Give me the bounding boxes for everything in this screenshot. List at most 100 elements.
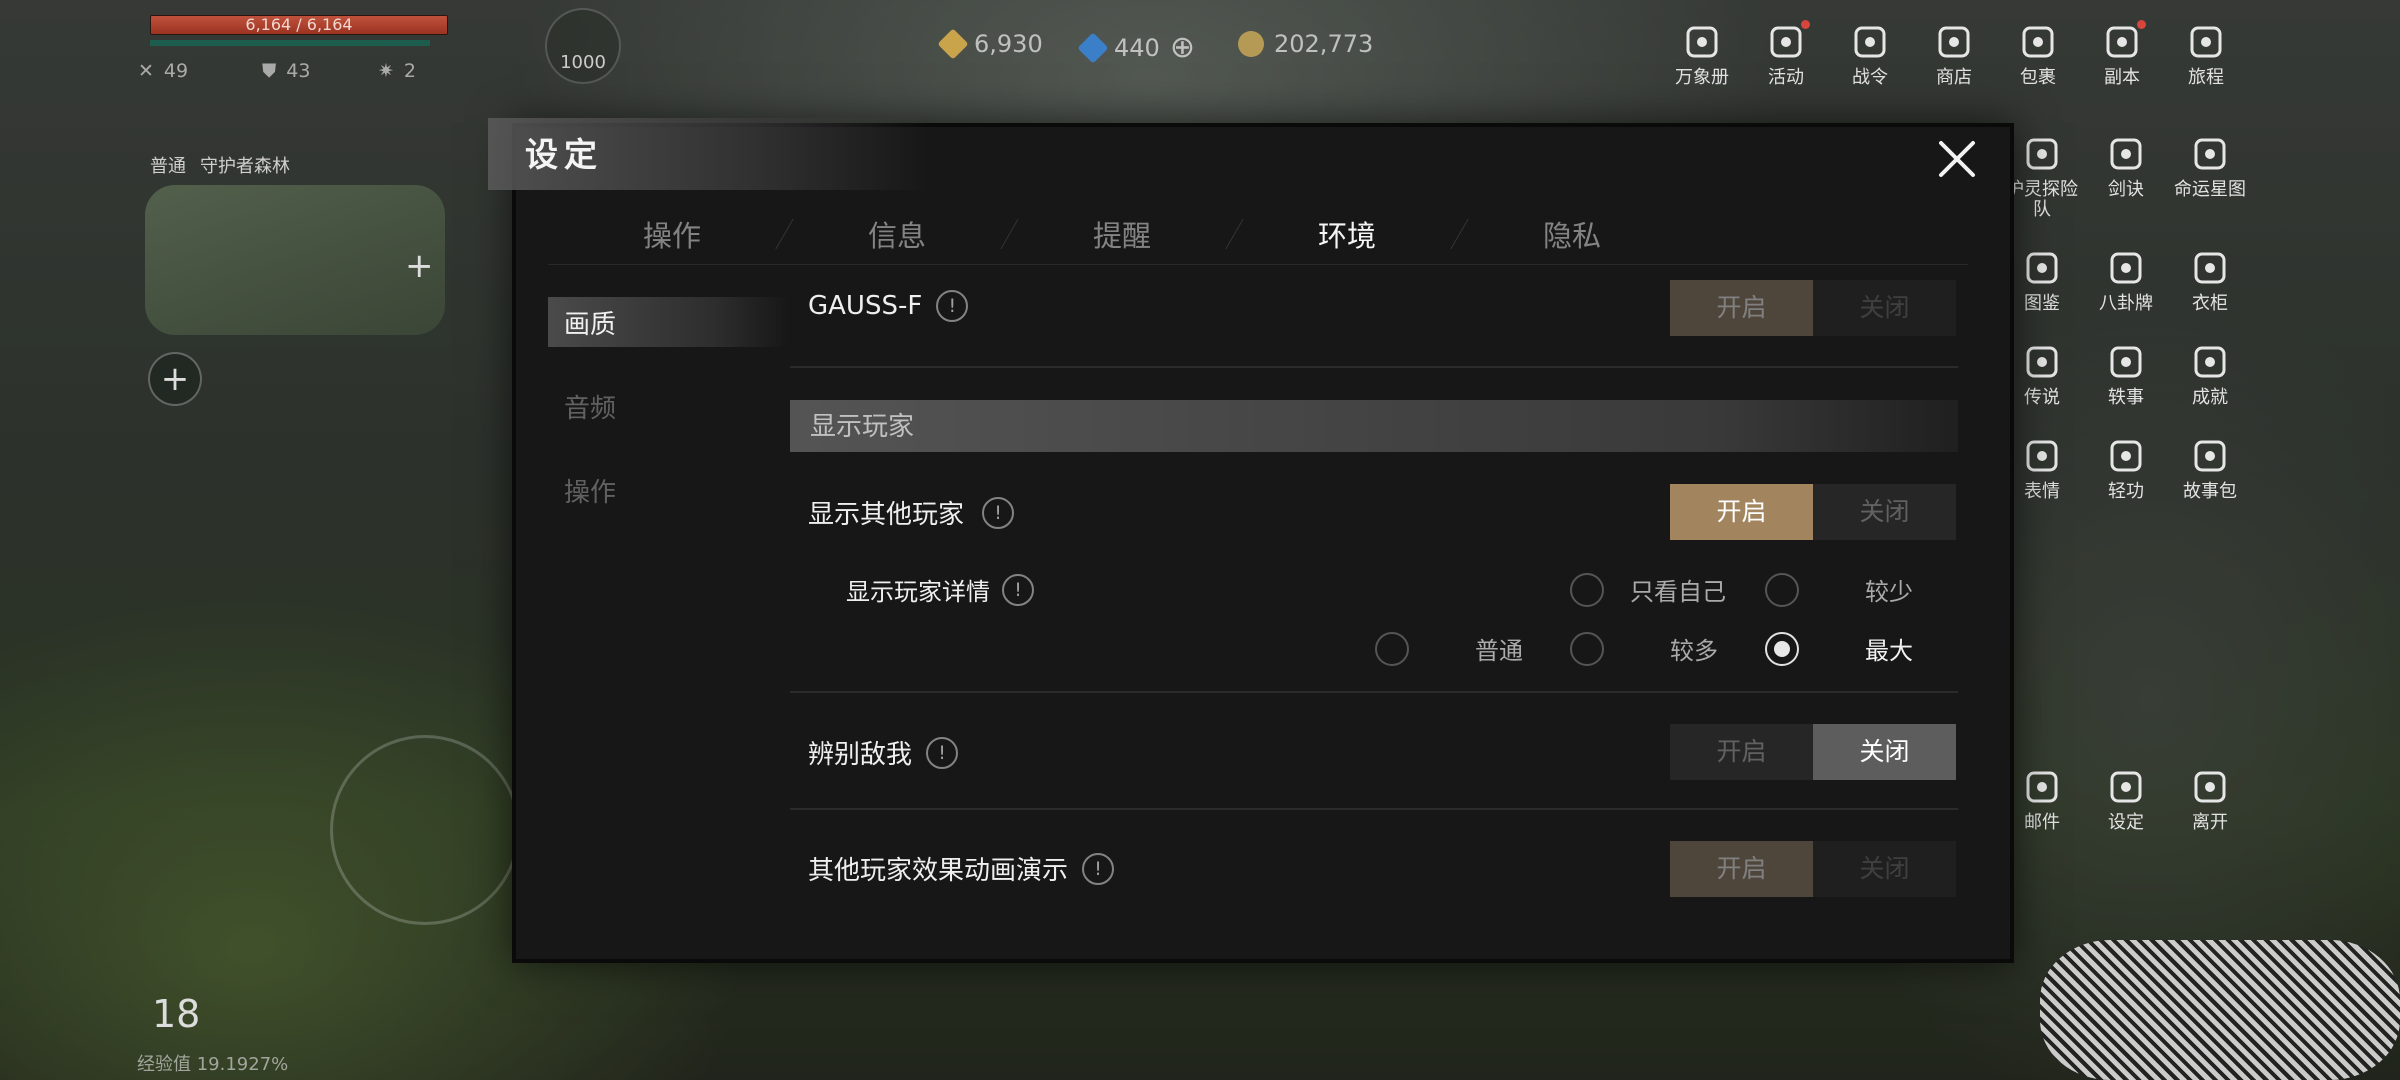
movement-joystick[interactable] <box>330 735 520 925</box>
enemy-id-on-option[interactable]: 开启 <box>1670 724 1813 780</box>
menu-item-mail[interactable]: 邮件 <box>2002 765 2082 833</box>
tab-3[interactable]: 环境 <box>1235 213 1459 255</box>
menu-item-lightness-skill[interactable]: 轻功 <box>2086 434 2166 502</box>
radio-max[interactable]: 最大 <box>1765 631 1913 666</box>
menu-item-bag[interactable]: 包裹 <box>1998 20 2078 88</box>
effects-toggle: 开启 关闭 <box>1670 841 1956 897</box>
tab-2[interactable]: 提醒 <box>1010 213 1234 255</box>
achievement-icon <box>2188 340 2232 384</box>
radio-label: 较多 <box>1670 637 1718 665</box>
spirit-stat: ✷ 2 <box>378 60 416 82</box>
effects-on-option[interactable]: 开启 <box>1670 841 1813 897</box>
radio-label: 只看自己 <box>1630 578 1726 606</box>
story-pack-icon <box>2188 434 2232 478</box>
info-icon[interactable]: ! <box>936 290 969 322</box>
info-icon[interactable]: ! <box>982 496 1015 529</box>
gold-diamond-icon <box>937 28 969 60</box>
side-nav-item-2[interactable]: 操作 <box>548 448 788 532</box>
currency-jade[interactable]: 440 ⊕ <box>1077 30 1195 65</box>
menu-item-emote[interactable]: 表情 <box>2002 434 2082 502</box>
menu-item-story-pack[interactable]: 故事包 <box>2170 434 2250 502</box>
info-icon[interactable]: ! <box>1082 852 1115 885</box>
gift-icon <box>1764 20 1810 64</box>
tab-1[interactable]: 信息 <box>785 213 1009 255</box>
emote-icon <box>2020 434 2064 478</box>
menu-item-anecdote[interactable]: 轶事 <box>2086 340 2166 408</box>
menu-item-label: 邮件 <box>2024 812 2060 833</box>
side-nav-item-1[interactable]: 音频 <box>548 364 788 448</box>
radio-circle <box>1570 631 1604 666</box>
menu-item-label: 表情 <box>2024 481 2060 502</box>
currency-jade-value: 440 <box>1114 33 1160 62</box>
menu-item-shop[interactable]: 商店 <box>1914 20 1994 88</box>
show-others-off-option[interactable]: 关闭 <box>1813 484 1956 540</box>
side-nav-item-0[interactable]: 画质 <box>548 297 788 347</box>
currency-gold[interactable]: 6,930 <box>937 28 1043 60</box>
shop-icon <box>1932 20 1976 64</box>
radio-only-self[interactable]: 只看自己 <box>1570 572 1726 607</box>
silver-ingot-icon <box>1238 31 1264 57</box>
settings-side-nav: 画质 音频 操作 <box>548 280 788 532</box>
tab-0[interactable]: 操作 <box>560 213 784 255</box>
menu-item-label: 包裹 <box>2020 67 2056 88</box>
avatar-value: 1000 <box>560 52 606 73</box>
currency-silver[interactable]: 202,773 <box>1238 30 1373 58</box>
section-header-band <box>790 400 1958 452</box>
watermark-qr-pattern <box>2040 940 2400 1080</box>
radio-fewer[interactable]: 较少 <box>1765 572 1913 607</box>
menu-item-legend[interactable]: 传说 <box>2002 340 2082 408</box>
radio-label: 最大 <box>1865 637 1913 665</box>
radio-label: 较少 <box>1865 578 1913 606</box>
tab-4[interactable]: 隐私 <box>1460 213 1684 255</box>
radio-label: 普通 <box>1475 637 1523 665</box>
menu-item-achievement[interactable]: 成就 <box>2170 340 2250 408</box>
add-currency-icon[interactable]: ⊕ <box>1170 30 1195 65</box>
info-icon[interactable]: ! <box>926 736 959 769</box>
crossed-swords-icon: ✕ <box>138 60 154 82</box>
minimap[interactable] <box>145 185 445 335</box>
menu-item-label: 图鉴 <box>2024 293 2060 314</box>
enemy-id-row-label: 辨别敌我 ! <box>808 734 959 771</box>
close-button[interactable] <box>1933 135 1981 183</box>
menu-item-book[interactable]: 万象册 <box>1662 20 1742 88</box>
currency-gold-value: 6,930 <box>974 30 1043 58</box>
currency-silver-value: 202,773 <box>1274 30 1374 58</box>
map-zoom-plus-icon[interactable]: + <box>405 246 434 286</box>
menu-item-sword-art[interactable]: 剑诀 <box>2086 132 2166 220</box>
menu-item-star-map[interactable]: 命运星图 <box>2170 132 2250 220</box>
menu-item-codex[interactable]: 图鉴 <box>2002 246 2082 314</box>
gauss-toggle: 开启 关闭 <box>1670 280 1956 336</box>
radio-more[interactable]: 较多 <box>1570 631 1718 666</box>
enemy-id-toggle: 开启 关闭 <box>1670 724 1956 780</box>
attack-value: 49 <box>163 60 189 82</box>
show-others-on-option[interactable]: 开启 <box>1670 484 1813 540</box>
tabs-divider <box>548 264 1968 265</box>
defense-value: 43 <box>286 60 311 82</box>
bottom-menu-bar: 邮件 设定 离开 <box>2002 765 2250 833</box>
info-icon[interactable]: ! <box>1002 573 1034 606</box>
menu-item-label: 护灵探险队 <box>2006 179 2078 220</box>
menu-item-gift[interactable]: 活动 <box>1746 20 1826 88</box>
radio-normal[interactable]: 普通 <box>1375 631 1523 666</box>
row-divider <box>790 366 1958 368</box>
lightness-skill-icon <box>2104 434 2148 478</box>
menu-item-exit[interactable]: 离开 <box>2170 765 2250 833</box>
gauss-on-option[interactable]: 开启 <box>1670 280 1813 336</box>
hp-text: 6,164 / 6,164 <box>245 15 353 34</box>
menu-item-dungeon[interactable]: 副本 <box>2082 20 2162 88</box>
menu-item-bagua[interactable]: 八卦牌 <box>2086 246 2166 314</box>
enemy-id-off-option[interactable]: 关闭 <box>1813 724 1956 780</box>
menu-item-calendar[interactable]: 战令 <box>1830 20 1910 88</box>
menu-item-journey[interactable]: 旅程 <box>2166 20 2246 88</box>
menu-item-label: 轻功 <box>2108 481 2144 502</box>
quick-add-button[interactable]: + <box>148 352 202 406</box>
menu-item-spirit-team[interactable]: 护灵探险队 <box>2002 132 2082 220</box>
settings-tabs: 操作 信息 提醒 环境 隐私 <box>560 204 1960 264</box>
menu-item-wardrobe[interactable]: 衣柜 <box>2170 246 2250 314</box>
legend-icon <box>2020 340 2064 384</box>
menu-item-settings-gear[interactable]: 设定 <box>2086 765 2166 833</box>
gauss-row-label: GAUSS-F ! <box>808 290 969 322</box>
exp-text: 经验值 19.1927% <box>137 1054 289 1075</box>
effects-off-option[interactable]: 关闭 <box>1813 841 1956 897</box>
gauss-off-option[interactable]: 关闭 <box>1813 280 1956 336</box>
